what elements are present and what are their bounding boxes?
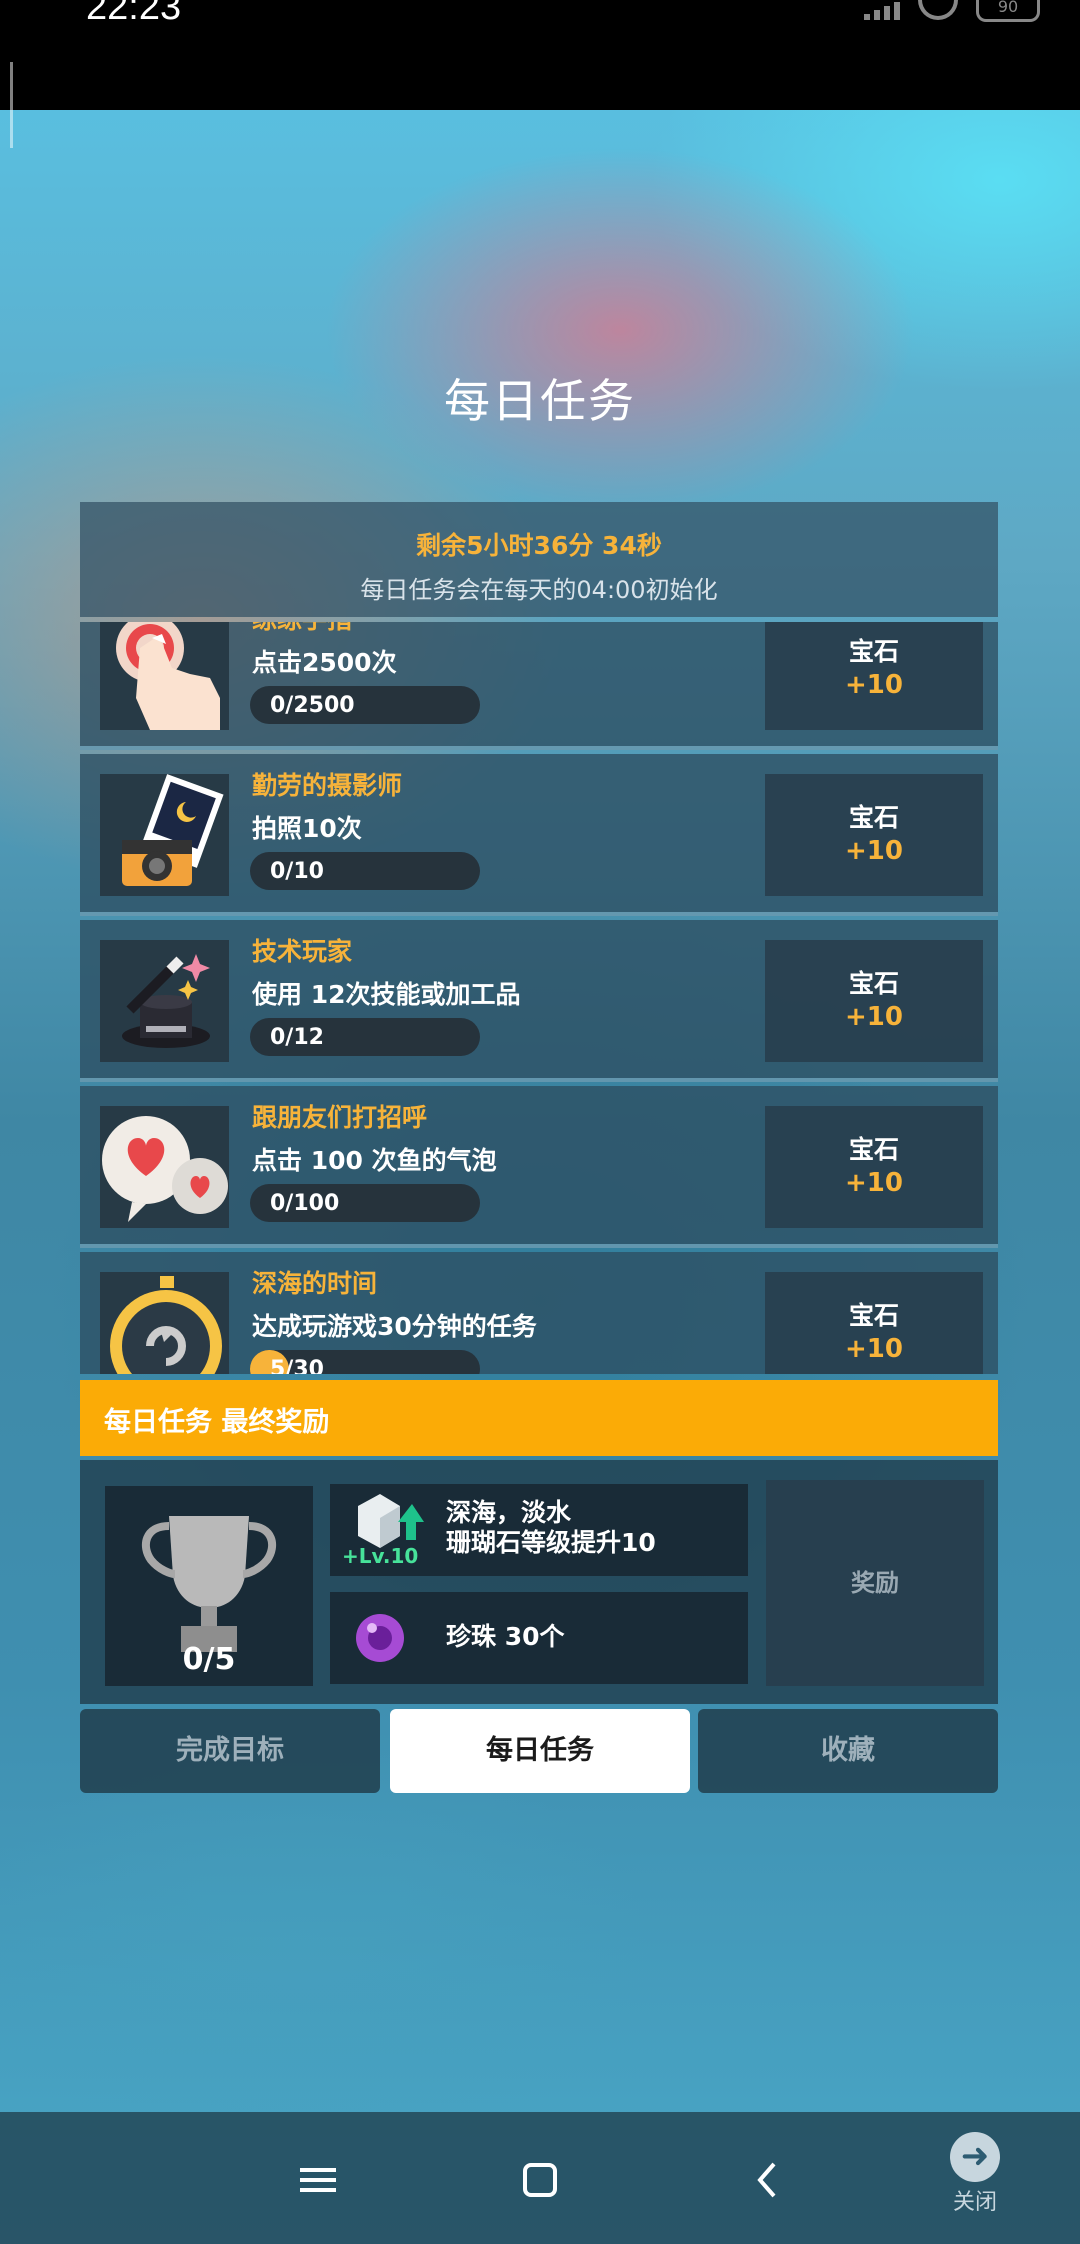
scroll-indicator (10, 62, 13, 148)
final-reward-header: 每日任务 最终奖励 (80, 1380, 998, 1456)
task-item: 跟朋友们打招呼 点击 100 次鱼的气泡 0/100 宝石 +10 (80, 1086, 998, 1248)
reward-value: +10 (845, 1334, 903, 1364)
reward-item-coral: +Lv.10 深海，淡水 珊瑚石等级提升10 (330, 1484, 748, 1576)
task-description: 使用 12次技能或加工品 (252, 980, 521, 1009)
back-icon[interactable] (748, 2160, 788, 2200)
close-button[interactable]: ➜ 关闭 (945, 2132, 1005, 2216)
status-icons: 90 (864, 0, 1040, 22)
reward-item-line2: 珊瑚石等级提升10 (446, 1528, 656, 1557)
trophy-progress: 0/5 (105, 1486, 313, 1686)
reward-value: +10 (845, 1168, 903, 1198)
trophy-count: 0/5 (182, 1642, 236, 1677)
menu-icon[interactable] (298, 2160, 338, 2200)
status-bar: 22:23 90 (0, 0, 1080, 110)
task-reward[interactable]: 宝石 +10 (765, 774, 983, 896)
task-item: 技术玩家 使用 12次技能或加工品 0/12 宝石 +10 (80, 920, 998, 1082)
tab-bar: 完成目标 每日任务 收藏 (80, 1709, 998, 1793)
tab-goals[interactable]: 完成目标 (80, 1709, 380, 1793)
navigation-bar: ➜ 关闭 (0, 2112, 1080, 2244)
task-name: 勤劳的摄影师 (252, 771, 403, 800)
task-progress-bar: 0/2500 (250, 686, 480, 724)
task-name: 技术玩家 (252, 937, 353, 966)
page-title: 每日任务 (444, 374, 636, 428)
task-progress-bar: 0/10 (250, 852, 480, 890)
progress-text: 0/12 (270, 1025, 324, 1050)
reset-timer-panel: 剩余5小时36分 34秒 每日任务会在每天的04:00初始化 (80, 502, 998, 617)
task-description: 拍照10次 (252, 814, 362, 843)
reward-label: 宝石 (848, 1135, 899, 1164)
home-icon[interactable] (520, 2160, 560, 2200)
reward-value: +10 (845, 836, 903, 866)
final-reward-panel: 0/5 +Lv.10 深海，淡水 珊瑚石等级提升10 珍珠 30个 奖励 (80, 1460, 998, 1704)
reward-item-text: 珍珠 30个 (446, 1622, 565, 1651)
claim-reward-button[interactable]: 奖励 (766, 1480, 984, 1686)
battery-icon: 90 (976, 0, 1040, 22)
progress-text: 0/100 (270, 1191, 340, 1216)
reward-value: +10 (845, 1002, 903, 1032)
finger-tap-icon (100, 622, 229, 730)
pearl-icon (356, 1614, 404, 1662)
task-list[interactable]: 练练手指 点击2500次 0/2500 宝石 +10 勤劳的摄影师 拍照10次 (80, 622, 998, 1374)
reward-item-line1: 深海，淡水 (446, 1498, 572, 1527)
reset-note: 每日任务会在每天的04:00初始化 (360, 576, 718, 604)
reward-label: 宝石 (848, 969, 899, 998)
progress-text: 0/10 (270, 859, 324, 884)
heart-bubble-icon (100, 1106, 229, 1228)
progress-text: 0/2500 (270, 693, 355, 718)
task-name: 深海的时间 (252, 1269, 378, 1298)
reward-value: +10 (845, 670, 903, 700)
battery-level: 90 (997, 0, 1019, 16)
tab-daily-tasks[interactable]: 每日任务 (390, 1709, 690, 1793)
camera-icon (100, 774, 229, 896)
wifi-icon (918, 0, 958, 20)
task-progress-bar: 5/30 (250, 1350, 480, 1374)
stopwatch-icon (100, 1272, 229, 1374)
task-name: 跟朋友们打招呼 (252, 1103, 428, 1132)
task-progress-bar: 0/12 (250, 1018, 480, 1056)
signal-icon (864, 0, 900, 20)
task-description: 达成玩游戏30分钟的任务 (252, 1312, 537, 1341)
close-label: 关闭 (952, 2190, 997, 2215)
task-name: 练练手指 (252, 622, 352, 636)
level-badge: +Lv.10 (342, 1544, 419, 1568)
reward-label: 宝石 (848, 803, 899, 832)
task-description: 点击2500次 (252, 648, 397, 677)
task-progress-bar: 0/100 (250, 1184, 480, 1222)
final-reward-title: 每日任务 最终奖励 (104, 1407, 330, 1438)
remaining-time: 剩余5小时36分 34秒 (416, 531, 662, 560)
task-reward[interactable]: 宝石 +10 (765, 622, 983, 730)
reward-item-pearl: 珍珠 30个 (330, 1592, 748, 1684)
task-item: 勤劳的摄影师 拍照10次 0/10 宝石 +10 (80, 754, 998, 916)
task-reward[interactable]: 宝石 +10 (765, 940, 983, 1062)
reward-label: 宝石 (848, 637, 899, 666)
progress-text: 5/30 (270, 1357, 324, 1374)
task-description: 点击 100 次鱼的气泡 (252, 1146, 497, 1175)
task-reward[interactable]: 宝石 +10 (765, 1106, 983, 1228)
arrow-right-icon: ➜ (950, 2132, 1000, 2182)
task-reward[interactable]: 宝石 +10 (765, 1272, 983, 1374)
reward-label: 宝石 (848, 1301, 899, 1330)
task-item: 练练手指 点击2500次 0/2500 宝石 +10 (80, 622, 998, 750)
magic-hat-icon (100, 940, 229, 1062)
status-time: 22:23 (86, 0, 182, 28)
task-item: 深海的时间 达成玩游戏30分钟的任务 5/30 宝石 +10 (80, 1252, 998, 1374)
tab-collection[interactable]: 收藏 (698, 1709, 998, 1793)
